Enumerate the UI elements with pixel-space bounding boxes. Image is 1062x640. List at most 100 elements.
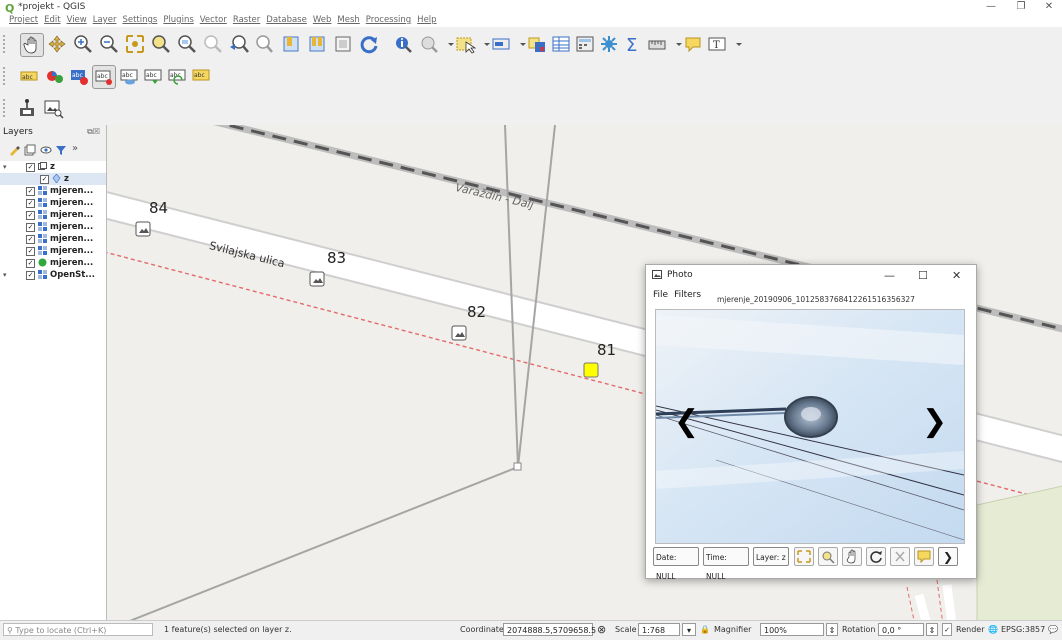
expand-arrow-icon[interactable]: ▾: [3, 269, 7, 281]
change-label-icon[interactable]: abc: [190, 65, 212, 87]
pan-tool-button[interactable]: [20, 33, 44, 57]
temporal-controller-icon[interactable]: [332, 33, 354, 55]
scale-field[interactable]: 1:768: [638, 623, 680, 636]
select-value-dropdown-icon[interactable]: [512, 33, 526, 55]
menu-raster[interactable]: Raster: [233, 15, 260, 25]
crs-label[interactable]: EPSG:3857: [1001, 625, 1045, 634]
rotate-photo-icon[interactable]: [866, 547, 886, 566]
toolbar-grip[interactable]: [3, 99, 8, 117]
deselect-features-icon[interactable]: [526, 33, 548, 55]
time-button[interactable]: Time: NULL: [703, 547, 749, 581]
menu-settings[interactable]: Settings: [122, 15, 157, 25]
select-by-value-icon[interactable]: [490, 33, 512, 55]
refresh-icon[interactable]: [358, 33, 380, 55]
layer-visibility-checkbox[interactable]: ✓: [26, 199, 35, 208]
map-tips-icon[interactable]: [682, 33, 704, 55]
menu-edit[interactable]: Edit: [44, 15, 60, 25]
processing-toolbox-icon[interactable]: [598, 33, 620, 55]
text-annotation-icon[interactable]: T: [706, 33, 728, 55]
photo-menu-filters[interactable]: Filters: [674, 290, 701, 300]
style-manager-icon[interactable]: [8, 144, 20, 156]
zoom-full-icon[interactable]: [124, 33, 146, 55]
pin-labels-icon[interactable]: abc: [92, 65, 116, 89]
measure-dropdown-icon[interactable]: [668, 33, 682, 55]
toolbar-grip[interactable]: [3, 35, 8, 53]
scale-dropdown-icon[interactable]: ▾: [682, 623, 696, 636]
restore-button[interactable]: ❐: [1006, 1, 1036, 12]
menu-vector[interactable]: Vector: [200, 15, 227, 25]
zoom-native-icon[interactable]: [202, 33, 224, 55]
toolbar-grip[interactable]: [3, 67, 8, 85]
zoom-to-photo-icon[interactable]: [818, 547, 838, 566]
previous-photo-icon[interactable]: ❮: [674, 407, 699, 437]
add-group-icon[interactable]: [24, 144, 36, 156]
highlight-pinned-labels-icon[interactable]: abc: [68, 65, 90, 87]
photo-close-button[interactable]: ✕: [952, 269, 961, 282]
layer-row[interactable]: ✓ mjeren...: [0, 209, 106, 221]
geotag-photos-icon[interactable]: [16, 97, 38, 119]
layer-row[interactable]: ▾ ✓ OpenSt...: [0, 269, 106, 281]
layer-visibility-checkbox[interactable]: ✓: [26, 259, 35, 268]
layer-visibility-checkbox[interactable]: ✓: [26, 271, 35, 280]
render-checkbox[interactable]: ✓: [942, 623, 952, 636]
filter-legend-icon[interactable]: [55, 144, 67, 156]
magnifier-spinner-icon[interactable]: ⇕: [826, 623, 838, 636]
measure-line-icon[interactable]: [646, 33, 668, 55]
menu-project[interactable]: Project: [9, 15, 38, 25]
zoom-last-icon[interactable]: [228, 33, 250, 55]
coordinate-field[interactable]: 2074888.5,5709658.5: [503, 623, 596, 636]
photo-minimize-button[interactable]: —: [884, 269, 895, 282]
magnifier-field[interactable]: 100%: [760, 623, 824, 636]
layer-row[interactable]: ✓ mjeren...: [0, 185, 106, 197]
layer-row[interactable]: ✓ mjeren...: [0, 221, 106, 233]
zoom-next-icon[interactable]: [254, 33, 276, 55]
expand-arrow-icon[interactable]: ▾: [3, 161, 7, 173]
rotation-spinner-icon[interactable]: ⇕: [926, 623, 938, 636]
move-label-icon[interactable]: abc: [142, 65, 164, 87]
messages-icon[interactable]: 💬: [1048, 625, 1058, 634]
photo-maximize-button[interactable]: ☐: [918, 269, 928, 282]
layer-visibility-checkbox[interactable]: ✓: [26, 163, 35, 172]
layer-row[interactable]: ✓ mjeren...: [0, 245, 106, 257]
select-dropdown-icon[interactable]: [476, 33, 490, 55]
select-features-icon[interactable]: [454, 33, 477, 55]
layer-labeling-icon[interactable]: abc: [18, 65, 40, 87]
show-hide-labels-icon[interactable]: abc: [118, 65, 140, 87]
layer-row[interactable]: ✓ mjeren...: [0, 257, 106, 269]
close-button[interactable]: ✕: [1034, 1, 1062, 12]
menu-processing[interactable]: Processing: [366, 15, 411, 25]
layer-row[interactable]: ✓ mjeren...: [0, 233, 106, 245]
layer-button[interactable]: Layer: z: [753, 547, 789, 566]
hide-photo-icon[interactable]: [890, 547, 910, 566]
layer-diagram-icon[interactable]: [44, 65, 66, 87]
zoom-to-selection-icon[interactable]: [150, 33, 172, 55]
zoom-in-icon[interactable]: [72, 33, 94, 55]
rotate-label-icon[interactable]: abc: [166, 65, 188, 87]
rotation-field[interactable]: 0,0 °: [878, 623, 924, 636]
date-button[interactable]: Date: NULL: [653, 547, 699, 581]
menu-plugins[interactable]: Plugins: [163, 15, 193, 25]
visibility-icon[interactable]: [40, 144, 52, 156]
menu-database[interactable]: Database: [266, 15, 307, 25]
photo-viewer-icon[interactable]: [42, 97, 64, 119]
pan-photo-icon[interactable]: [842, 547, 862, 566]
lock-scale-icon[interactable]: 🔒: [700, 625, 710, 634]
layer-row[interactable]: ✓ z: [0, 173, 106, 185]
pan-to-selection-icon[interactable]: [46, 33, 68, 55]
photo-menu-file[interactable]: File: [653, 290, 668, 300]
toggle-extents-icon[interactable]: ⊗: [597, 623, 606, 636]
minimize-button[interactable]: —: [976, 1, 1006, 12]
menu-help[interactable]: Help: [417, 15, 436, 25]
attribute-table-icon[interactable]: [550, 33, 572, 55]
layer-row[interactable]: ▾ ✓ z: [0, 161, 106, 173]
zoom-to-extent-icon[interactable]: [794, 547, 814, 566]
menu-web[interactable]: Web: [313, 15, 332, 25]
layer-visibility-checkbox[interactable]: ✓: [26, 187, 35, 196]
action-icon[interactable]: [418, 33, 440, 55]
next-photo-icon[interactable]: ❯: [922, 407, 947, 437]
next-button[interactable]: ❯: [938, 547, 958, 566]
new-bookmark-icon[interactable]: [280, 33, 302, 55]
more-tools-icon[interactable]: »: [72, 143, 78, 154]
layer-visibility-checkbox[interactable]: ✓: [26, 247, 35, 256]
layer-visibility-checkbox[interactable]: ✓: [40, 175, 49, 184]
